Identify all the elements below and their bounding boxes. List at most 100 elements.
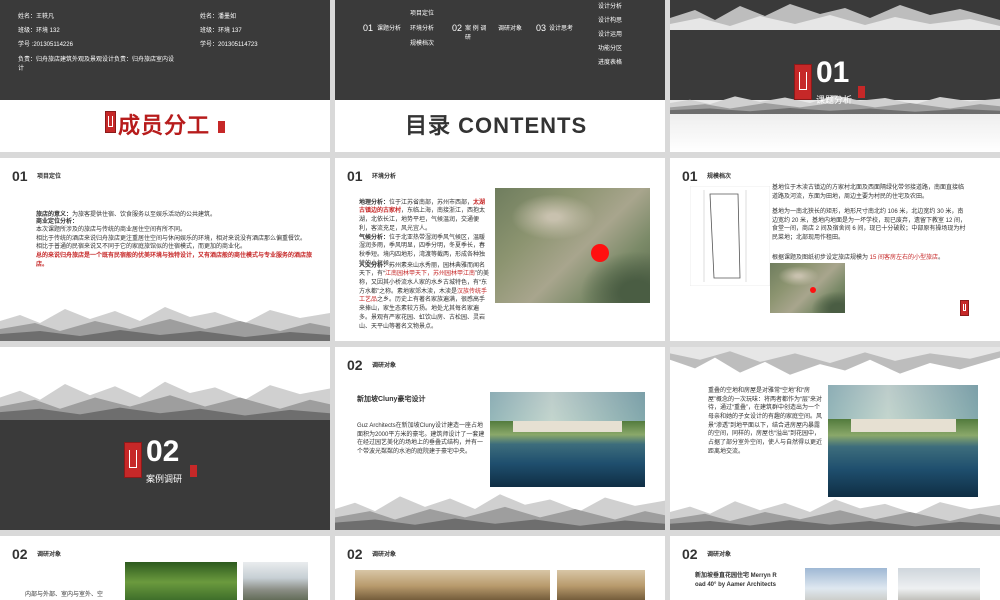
section-label: 课题分析 bbox=[816, 95, 853, 105]
slide-title: 目录 CONTENTS bbox=[405, 113, 588, 138]
slide-case-cluny[interactable]: 02 调研对象 新加坡Cluny豪宅设计 Guz Architects在新加坡C… bbox=[335, 347, 665, 530]
scale-highlight: 15 间客房左右的小型旅店 bbox=[869, 254, 939, 261]
slide-title: 成员分工 bbox=[118, 113, 211, 138]
member2-id: 学号：201305114723 bbox=[200, 42, 258, 48]
scale-text-end: 。 bbox=[938, 254, 945, 261]
red-seal-icon bbox=[794, 64, 812, 100]
toc-section3-item[interactable]: 功能分区 bbox=[598, 45, 622, 54]
culture-analysis: 人文分析：苏州素来山水秀丽，园林典雅而闻名天下，有“江南园林甲天下，苏州园林甲江… bbox=[359, 253, 489, 331]
small-seal-icon bbox=[190, 465, 197, 477]
slide-number: 02 bbox=[682, 546, 698, 562]
slide-number: 01 bbox=[12, 168, 28, 184]
member2-name: 姓名：潘墨如 bbox=[200, 14, 237, 20]
toc-section1-label: 课题分析 bbox=[377, 26, 402, 32]
slide-number: 01 bbox=[347, 168, 363, 184]
case-title: 新加坡Cluny豪宅设计 bbox=[357, 396, 426, 403]
slide-number: 01 bbox=[682, 168, 698, 184]
member2-class: 班级：环境 137 bbox=[200, 28, 242, 34]
inn-meaning-label: 旅店的意义： bbox=[36, 211, 73, 218]
slide-section-02[interactable]: 02 案例调研 bbox=[0, 347, 330, 530]
slide-number: 02 bbox=[12, 546, 28, 562]
mountain-decoration bbox=[670, 347, 1000, 375]
slide-title: 调研对象 bbox=[37, 552, 62, 558]
slide-section-01[interactable]: 01 课题分析 bbox=[670, 0, 1000, 152]
toc-section1-item[interactable]: 规模档次 bbox=[410, 40, 434, 49]
section-number: 01 bbox=[816, 56, 850, 89]
geography-label: 地理分析： bbox=[359, 199, 390, 206]
slide-member-division[interactable]: 姓名：王轶凡 班级：环境 132 学号 :201305114226 姓名：潘墨如… bbox=[0, 0, 330, 152]
inn-meaning-text: 旅店的意义：为旅客提供住宿、饮食服务以至娱乐活动的公共建筑。 bbox=[36, 202, 306, 219]
slide-title: 调研对象 bbox=[372, 552, 397, 558]
section-number: 02 bbox=[146, 435, 180, 468]
culture-highlight: 江南园林甲天下，苏州园林甲江南 bbox=[385, 271, 476, 278]
toc-section3-label: 设计思考 bbox=[549, 26, 574, 32]
toc-section3-item[interactable]: 设计构思 bbox=[598, 17, 622, 26]
toc-section3-item[interactable]: 设计分析 bbox=[598, 3, 622, 12]
slide-title: 环境分析 bbox=[372, 174, 397, 180]
scale-description: 根据课题及图纸初步设定旅店规模为 15 间客房左右的小型旅店。 bbox=[772, 245, 967, 262]
slide-project-positioning[interactable]: 01 项目定位 旅店的意义：为旅客提供住宿、饮食服务以至娱乐活动的公共建筑。 商… bbox=[0, 158, 330, 341]
case-photo-tower-2 bbox=[898, 568, 980, 600]
slide-title: 调研对象 bbox=[707, 552, 732, 558]
case-photo-house bbox=[243, 562, 308, 600]
red-seal-icon bbox=[105, 111, 116, 133]
cluny-house-photo bbox=[490, 392, 645, 487]
site-plan-drawing bbox=[690, 186, 770, 286]
toc-section3-item[interactable]: 设计运用 bbox=[598, 31, 622, 40]
slide-title: 项目定位 bbox=[37, 174, 62, 180]
site-description-2: 基地为一南北狭长的矩形，地形尺寸南北约 106 米，北边宽约 30 米，南边宽约… bbox=[772, 209, 967, 242]
toc-section1-item[interactable]: 环境分析 bbox=[410, 25, 434, 34]
toc-section3-item[interactable]: 进度表格 bbox=[598, 59, 622, 68]
mountain-decoration bbox=[670, 499, 1000, 530]
case-photo-tower bbox=[805, 568, 887, 600]
member-duty: 负责：归舟旅店建筑外观及景观设计负责：归舟旅店室内设 计 bbox=[18, 57, 175, 72]
site-description-1: 基地位于木渎古镇边的方家村北面及西面隔绿化带邻接道路，南面直接临道路及河流，东面… bbox=[772, 185, 965, 200]
slide-case-research-a[interactable]: 02 调研对象 内部与外部、室内与室外、空 bbox=[0, 536, 330, 600]
slide-case-merryn-road[interactable]: 02 调研对象 新加坡垂直花园住宅 Merryn R oad 40° by Aa… bbox=[670, 536, 1000, 600]
inn-meaning-body: 为旅客提供住宿、饮食服务以至娱乐活动的公共建筑。 bbox=[72, 211, 217, 218]
section-label: 案例调研 bbox=[146, 474, 183, 484]
case-description: 内部与外部、室内与室外、空 bbox=[25, 592, 104, 598]
toc-section1-number: 01 bbox=[363, 23, 374, 33]
slide-scale-grade[interactable]: 01 规模档次 基地位于木渎古镇边的方家村北面及西面隔绿化带邻接道路，南面直接临… bbox=[670, 158, 1000, 341]
mountain-decoration bbox=[670, 4, 1000, 30]
toc-section1-item[interactable]: 项目定位 bbox=[410, 10, 434, 19]
site-location-marker bbox=[591, 244, 609, 262]
culture-label: 人文分析： bbox=[359, 262, 390, 269]
slide-case-cluny-detail[interactable]: 重叠的空地和房屋是对雅常“空地”和“房屋”概念的一次玩味：将两者都作为“层”来对… bbox=[670, 347, 1000, 530]
case-description: 重叠的空地和房屋是对雅常“空地”和“房屋”概念的一次玩味：将两者都作为“层”来对… bbox=[708, 388, 823, 455]
case-photo-interior-2 bbox=[557, 570, 645, 600]
toc-section3-number: 03 bbox=[536, 23, 547, 33]
red-seal-icon bbox=[124, 442, 142, 478]
small-seal-icon bbox=[858, 86, 865, 98]
slide-number: 02 bbox=[347, 357, 363, 373]
case-description: Guz Architects在新加坡Cluny设计建造一座占地面积为2000平方… bbox=[357, 423, 485, 456]
slide-number: 02 bbox=[347, 546, 363, 562]
positioning-summary: 总的来说归舟旅店是一个既有民宿般的优美环境与独特设计，又有酒店般的商住模式与专业… bbox=[36, 253, 313, 268]
small-seal-icon bbox=[218, 121, 225, 133]
member1-id: 学号 :201305114226 bbox=[18, 42, 73, 48]
geography-text: 位于江苏省南部，苏州市西部， bbox=[389, 199, 474, 206]
case-title: 新加坡垂直花园住宅 Merryn R oad 40° by Aamer Arch… bbox=[695, 573, 777, 588]
mountain-decoration bbox=[0, 381, 330, 420]
site-location-marker bbox=[810, 287, 816, 293]
mountain-decoration bbox=[335, 494, 665, 530]
mountain-decoration bbox=[0, 307, 330, 341]
site-aerial-image bbox=[770, 263, 845, 313]
case-photo-interior bbox=[355, 570, 550, 600]
case-photo-garden bbox=[125, 562, 237, 600]
slide-title: 调研对象 bbox=[372, 363, 397, 369]
toc-section2-item[interactable]: 调研对象 bbox=[498, 25, 522, 34]
slide-case-research-b[interactable]: 02 调研对象 bbox=[335, 536, 665, 600]
red-seal-icon bbox=[960, 300, 969, 316]
slide-environment-analysis[interactable]: 01 环境分析 地理分析：位于江苏省南部，苏州市西部，太湖古镇边的古家村，东临上… bbox=[335, 158, 665, 341]
slide-contents[interactable]: 01 课题分析 项目定位 环境分析 规模档次 02 案 例 调 研 调研对象 0… bbox=[335, 0, 665, 152]
business-positioning-body: 本次课题所涉及的旅店与传统的商业居住空间有所不同。 相比于传统的酒店来说归舟旅店… bbox=[36, 227, 307, 251]
member1-class: 班级：环境 132 bbox=[18, 28, 60, 34]
member1-name: 姓名：王轶凡 bbox=[18, 14, 55, 20]
scale-text: 根据课题及图纸初步设定旅店规模为 bbox=[772, 254, 870, 261]
climate-label: 气候分析： bbox=[359, 234, 390, 241]
satellite-map-image bbox=[495, 188, 650, 303]
slide-title: 规模档次 bbox=[707, 174, 732, 180]
cluny-courtyard-photo bbox=[828, 385, 978, 497]
